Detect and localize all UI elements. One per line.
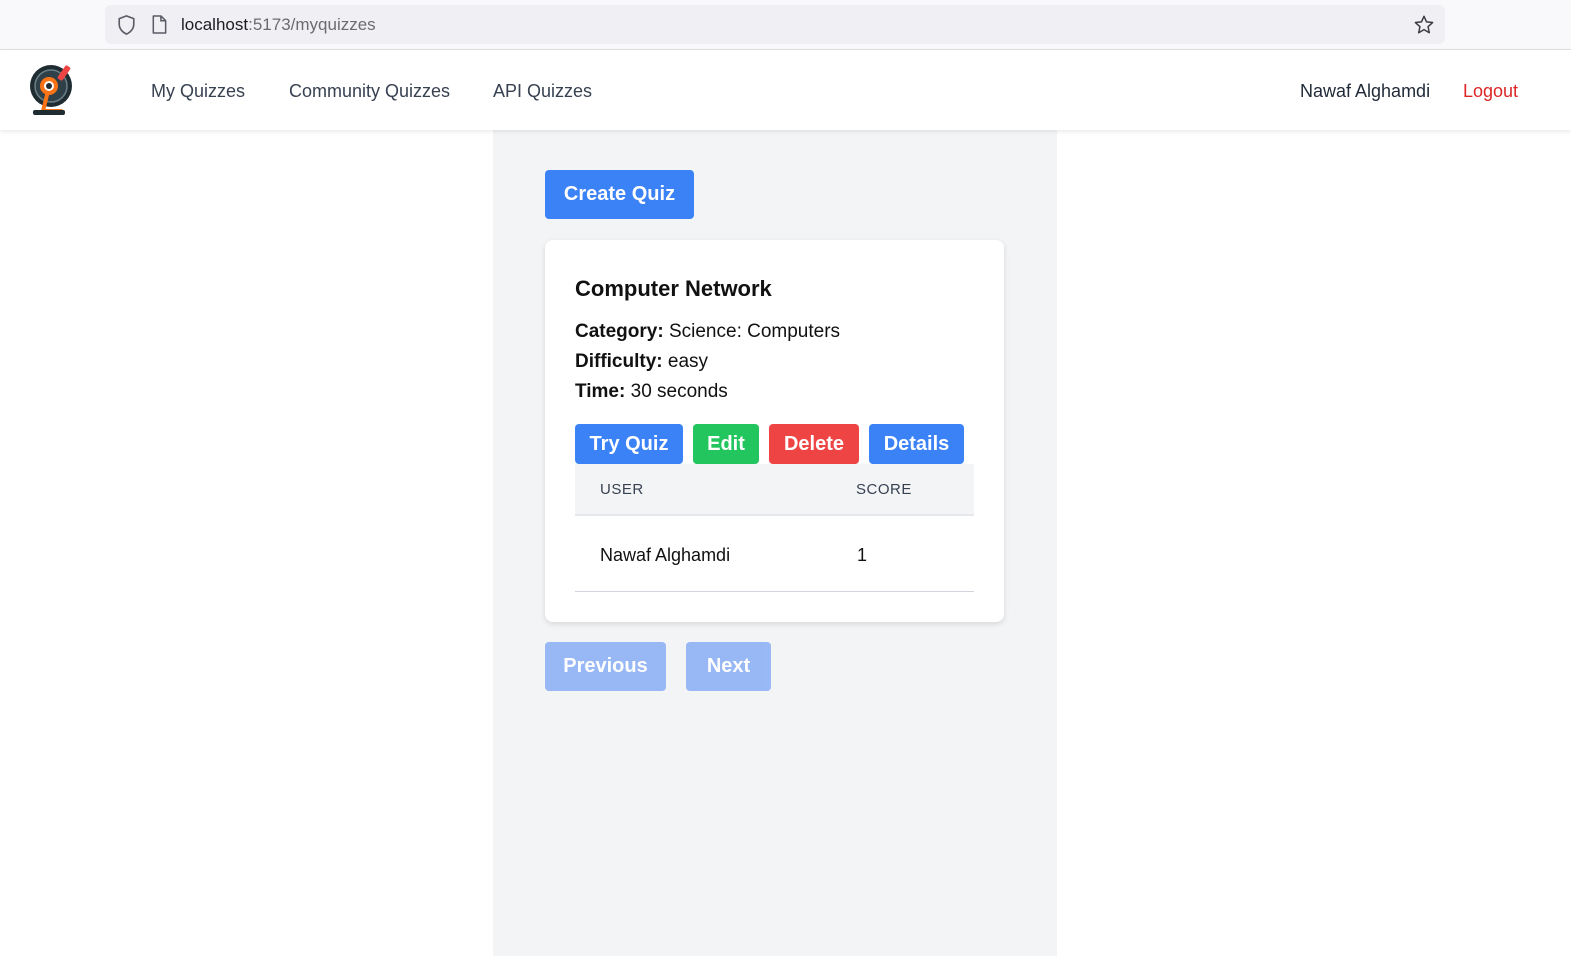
user-name: Nawaf Alghamdi [1300, 81, 1431, 101]
column-header-user: USER [600, 481, 644, 498]
category-value: Science: Computers [668, 321, 841, 342]
difficulty-label: Difficulty: [575, 351, 663, 372]
next-button[interactable]: Next [686, 642, 771, 691]
quiz-title: Computer Network [575, 276, 772, 301]
url-text[interactable]: localhost:5173/myquizzes [181, 15, 376, 35]
logout-link[interactable]: Logout [1463, 81, 1518, 102]
create-quiz-button[interactable]: Create Quiz [545, 170, 694, 219]
table-row: Nawaf Alghamdi 1 [575, 516, 974, 592]
scores-table-header: USER SCORE [575, 464, 974, 516]
quiz-difficulty: Difficulty: easy [575, 351, 708, 373]
previous-button[interactable]: Previous [545, 642, 666, 691]
time-value: 30 seconds [630, 381, 728, 402]
nav-api-quizzes[interactable]: API Quizzes [493, 81, 592, 102]
details-button[interactable]: Details [869, 424, 964, 464]
url-host: localhost [181, 15, 249, 34]
address-bar[interactable]: localhost:5173/myquizzes [105, 5, 1445, 44]
quiz-time: Time: 30 seconds [575, 381, 728, 403]
category-label: Category: [575, 321, 664, 342]
quiz-category: Category: Science: Computers [575, 321, 840, 343]
page-icon [152, 15, 167, 34]
app-logo[interactable] [27, 61, 77, 117]
time-label: Time: [575, 381, 626, 402]
url-path: :5173/myquizzes [248, 15, 376, 34]
try-quiz-button[interactable]: Try Quiz [575, 424, 683, 464]
bookmark-star-icon[interactable] [1413, 14, 1435, 36]
main-content: Create Quiz Computer Network Category: S… [493, 130, 1057, 956]
nav-my-quizzes[interactable]: My Quizzes [151, 81, 245, 102]
row-score: 1 [857, 545, 868, 565]
delete-button[interactable]: Delete [769, 424, 859, 464]
top-navbar: My Quizzes Community Quizzes API Quizzes… [0, 50, 1571, 130]
quiz-card: Computer Network Category: Science: Comp… [545, 240, 1004, 622]
row-user: Nawaf Alghamdi [600, 545, 731, 565]
browser-toolbar: localhost:5173/myquizzes [0, 0, 1571, 50]
nav-community-quizzes[interactable]: Community Quizzes [289, 81, 450, 102]
shield-icon[interactable] [117, 15, 136, 35]
edit-button[interactable]: Edit [693, 424, 759, 464]
column-header-score: SCORE [856, 481, 912, 498]
difficulty-value: easy [667, 351, 709, 372]
